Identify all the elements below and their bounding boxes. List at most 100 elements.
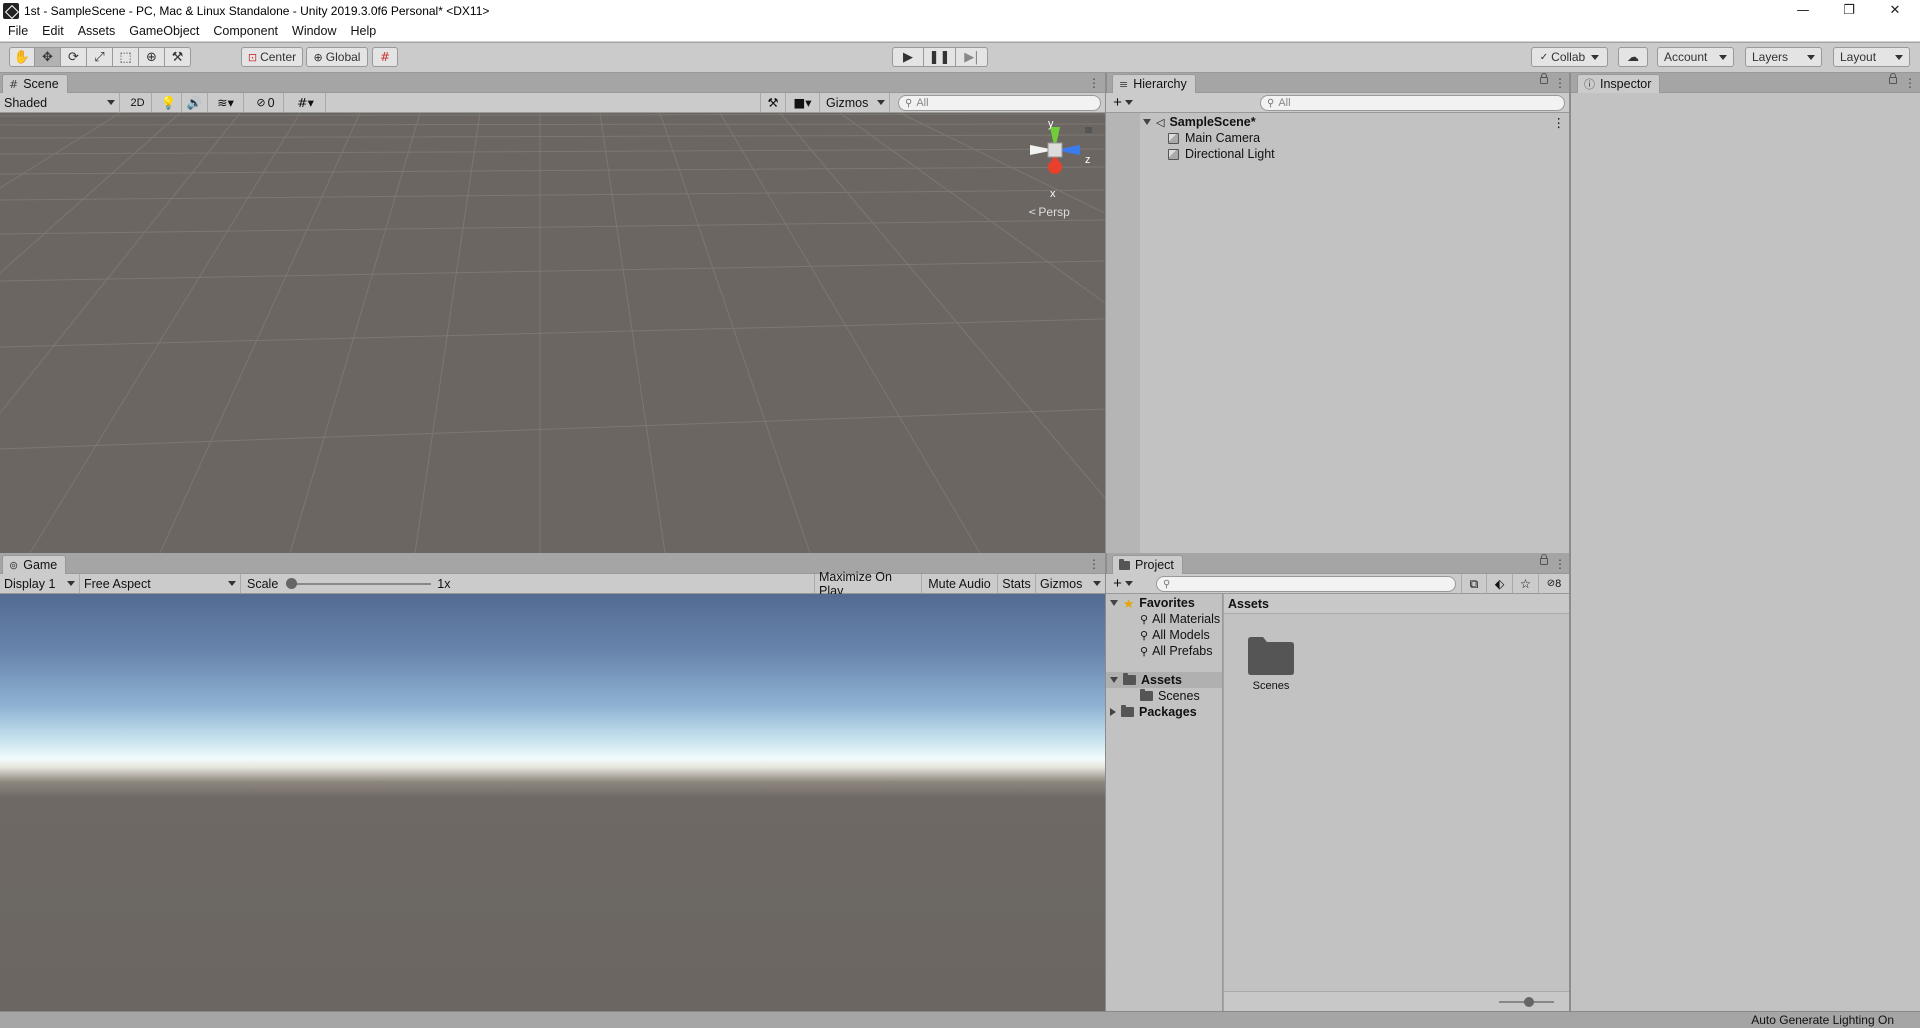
tab-inspector[interactable]: ⓘ Inspector xyxy=(1577,74,1661,93)
asset-subfolder-row[interactable]: Scenes xyxy=(1140,688,1200,704)
game-viewport[interactable] xyxy=(0,594,1105,1011)
effects-dropdown-icon[interactable]: ≋▾ xyxy=(208,93,244,112)
search-icon: ⚲ xyxy=(1140,644,1149,658)
project-search-input[interactable]: ⚲ xyxy=(1156,576,1456,592)
search-by-type-icon[interactable]: ⧉ xyxy=(1461,574,1487,593)
snap-grid-button[interactable]: # xyxy=(372,47,398,67)
hidden-objects-toggle[interactable]: ⊘ 0 xyxy=(248,93,284,112)
menu-help[interactable]: Help xyxy=(343,22,383,42)
favorite-item[interactable]: ⚲ All Prefabs xyxy=(1140,643,1213,659)
hierarchy-add-dropdown[interactable]: + xyxy=(1108,93,1138,112)
inspector-lock-icon[interactable] xyxy=(1889,73,1897,84)
cloud-button[interactable]: ☁ xyxy=(1618,47,1648,67)
tab-game[interactable]: ⊚ Game xyxy=(2,555,67,574)
pivot-global-button[interactable]: ⊕ Global xyxy=(306,47,368,67)
transform-tool-icon[interactable]: ⊕ xyxy=(139,47,165,67)
layout-dropdown[interactable]: Layout xyxy=(1833,47,1910,67)
layout-label: Layout xyxy=(1840,50,1877,64)
hierarchy-lock-icon[interactable] xyxy=(1540,73,1548,84)
menu-component[interactable]: Component xyxy=(206,22,285,42)
step-button[interactable]: ▶| xyxy=(956,47,988,67)
stats-toggle[interactable]: Stats xyxy=(998,574,1036,593)
favorite-item[interactable]: ⚲ All Materials xyxy=(1140,611,1220,627)
menu-window[interactable]: Window xyxy=(285,22,343,42)
status-bar: Auto Generate Lighting On xyxy=(0,1011,1920,1028)
menu-assets[interactable]: Assets xyxy=(71,22,123,42)
scene-root-row[interactable]: ◁ SampleScene* ⋮ xyxy=(1143,114,1565,130)
tab-hierarchy[interactable]: ≡ Hierarchy xyxy=(1112,74,1196,93)
play-button[interactable]: ▶ xyxy=(892,47,924,67)
expand-arrow-icon[interactable] xyxy=(1110,600,1118,606)
packages-folder-row[interactable]: Packages xyxy=(1110,704,1197,720)
axis-x-label: x xyxy=(1050,188,1056,200)
auto-lighting-status: Auto Generate Lighting On xyxy=(1751,1013,1894,1027)
close-button[interactable]: ✕ xyxy=(1872,0,1918,22)
mute-audio-toggle[interactable]: Mute Audio xyxy=(922,574,998,593)
icon-size-slider-thumb[interactable] xyxy=(1524,997,1534,1007)
custom-tool-icon[interactable]: ⚒ xyxy=(165,47,191,67)
scene-search-input[interactable]: ⚲ All xyxy=(898,95,1101,111)
expand-arrow-icon[interactable] xyxy=(1143,119,1151,125)
hierarchy-item[interactable]: Directional Light xyxy=(1168,146,1275,162)
tools-icon[interactable]: ⚒ xyxy=(760,93,786,112)
scene-gizmos-dropdown[interactable]: Gizmos xyxy=(822,93,890,112)
menu-gameobject[interactable]: GameObject xyxy=(122,22,206,42)
favorites-star-icon[interactable]: ☆ xyxy=(1513,574,1539,593)
collapse-arrow-icon[interactable] xyxy=(1110,708,1116,716)
lighting-toggle-icon[interactable]: 💡 xyxy=(156,93,182,112)
minimize-button[interactable]: — xyxy=(1780,0,1826,22)
inspector-panel-menu-icon[interactable]: ⋮ xyxy=(1904,76,1916,90)
move-tool-icon[interactable]: ✥ xyxy=(35,47,61,67)
project-tab-label: Project xyxy=(1135,558,1174,572)
rotate-tool-icon[interactable]: ⟳ xyxy=(61,47,87,67)
menu-edit[interactable]: Edit xyxy=(35,22,71,42)
pivot-center-button[interactable]: ⊡ Center xyxy=(241,47,303,67)
hidden-packages-toggle[interactable]: ⊘ 8 xyxy=(1539,574,1569,593)
project-lock-icon[interactable] xyxy=(1540,554,1548,565)
game-panel-menu-icon[interactable]: ⋮ xyxy=(1088,557,1100,571)
scale-slider-thumb[interactable] xyxy=(286,577,298,589)
scene-panel-menu-icon[interactable]: ⋮ xyxy=(1088,76,1100,90)
project-add-dropdown[interactable]: + xyxy=(1108,574,1138,593)
assets-folder-row[interactable]: Assets xyxy=(1106,672,1222,688)
hierarchy-tab-label: Hierarchy xyxy=(1133,77,1187,91)
hierarchy-search-placeholder: All xyxy=(1278,97,1291,109)
maximize-button[interactable]: ❐ xyxy=(1826,0,1872,22)
breadcrumb[interactable]: Assets xyxy=(1228,597,1269,611)
tab-project[interactable]: Project xyxy=(1112,555,1183,574)
hand-tool-icon[interactable]: ✋ xyxy=(9,47,35,67)
grid-dropdown-icon[interactable]: #▾ xyxy=(286,93,326,112)
favorites-row[interactable]: ★ Favorites xyxy=(1110,595,1195,611)
maximize-on-play-toggle[interactable]: Maximize On Play xyxy=(814,570,922,598)
projection-toggle[interactable]: < Persp xyxy=(1028,205,1070,219)
folder-icon xyxy=(1140,689,1153,701)
rect-tool-icon[interactable]: ⬚ xyxy=(113,47,139,67)
account-dropdown[interactable]: Account xyxy=(1657,47,1734,67)
pause-button[interactable]: ❚❚ xyxy=(924,47,956,67)
display-dropdown[interactable]: Display 1 xyxy=(0,574,80,593)
game-tabbar: ⊚ Game ⋮ xyxy=(0,554,1105,574)
expand-arrow-icon[interactable] xyxy=(1110,677,1118,683)
hierarchy-item[interactable]: Main Camera xyxy=(1168,130,1260,146)
aspect-dropdown[interactable]: Free Aspect xyxy=(80,574,241,593)
audio-toggle-icon[interactable]: 🔊 xyxy=(182,93,208,112)
draw-mode-dropdown[interactable]: Shaded xyxy=(0,93,120,112)
scene-viewport[interactable]: y z x < Persp xyxy=(0,113,1105,553)
game-gizmos-dropdown[interactable]: Gizmos xyxy=(1036,574,1105,593)
mute-audio-label: Mute Audio xyxy=(928,576,991,591)
favorite-item[interactable]: ⚲ All Models xyxy=(1140,627,1210,643)
menu-file[interactable]: File xyxy=(1,22,35,42)
hierarchy-panel-menu-icon[interactable]: ⋮ xyxy=(1554,76,1566,90)
project-panel-menu-icon[interactable]: ⋮ xyxy=(1554,557,1566,571)
camera-dropdown-icon[interactable]: ■▾ xyxy=(786,93,820,112)
2d-toggle-button[interactable]: 2D xyxy=(124,93,152,112)
hierarchy-search-input[interactable]: ⚲ All xyxy=(1260,95,1565,111)
scale-tool-icon[interactable]: ⤢ xyxy=(87,47,113,67)
scale-slider[interactable] xyxy=(286,577,432,590)
collab-dropdown[interactable]: ✓ Collab xyxy=(1531,47,1608,67)
search-by-label-icon[interactable]: ⬖ xyxy=(1487,574,1513,593)
tab-scene[interactable]: # Scene xyxy=(2,74,68,93)
layers-dropdown[interactable]: Layers xyxy=(1745,47,1822,67)
asset-grid-item[interactable] xyxy=(1246,634,1296,676)
scene-options-icon[interactable]: ⋮ xyxy=(1553,115,1566,130)
